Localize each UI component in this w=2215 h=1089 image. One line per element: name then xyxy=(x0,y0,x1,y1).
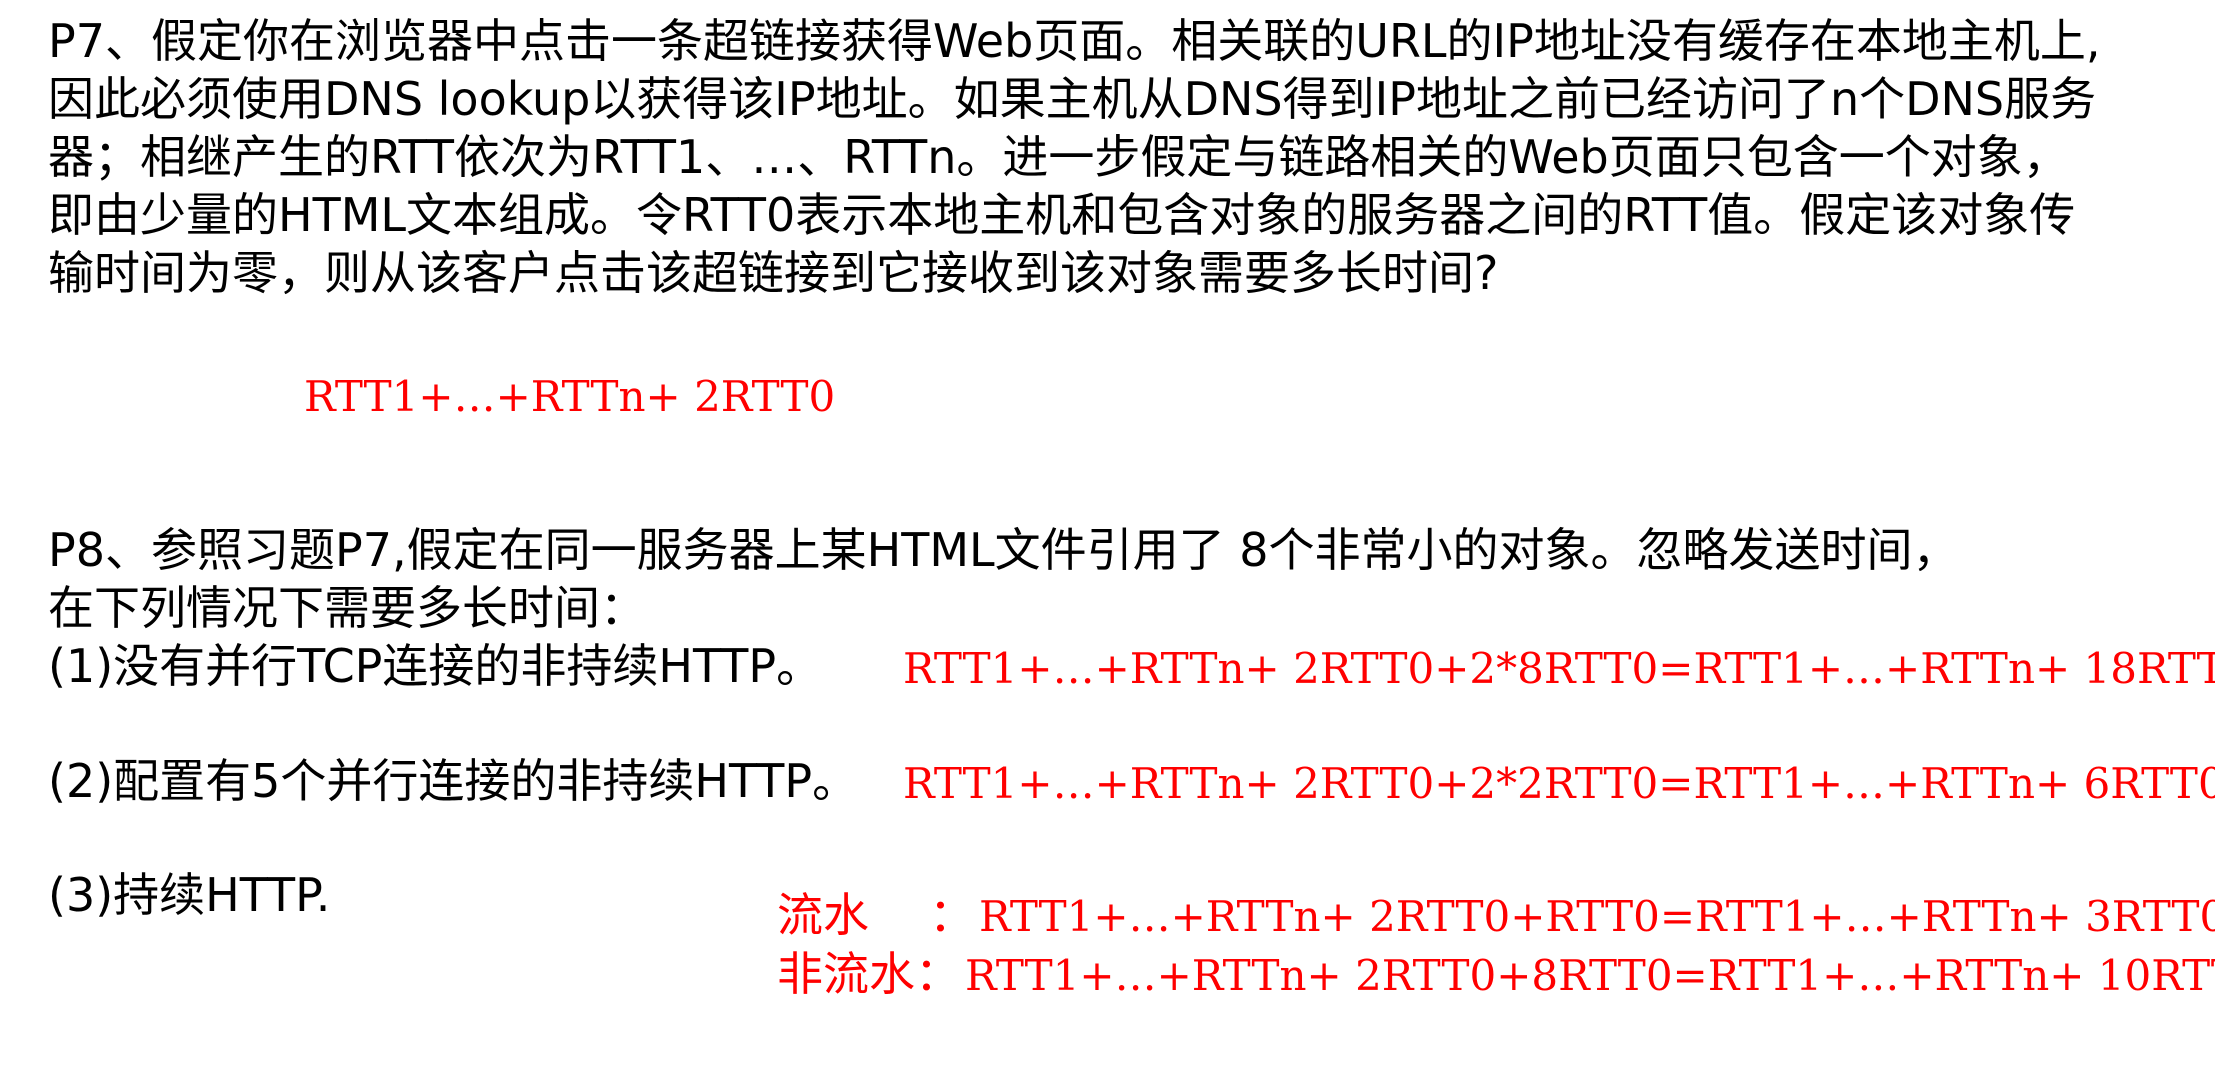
p7-line-5: 输时间为零，则从该客户点击该超链接到它接收到该对象需要多长时间? xyxy=(48,246,1499,300)
pipelined-colon: ： xyxy=(929,888,975,942)
nonpipelined-answer: RTT1+…+RTTn+ 2RTT0+8RTT0=RTT1+…+RTTn+ 10… xyxy=(965,951,2215,1000)
p8-item-1-answer: RTT1+…+RTTn+ 2RTT0+2*8RTT0=RTT1+…+RTTn+ … xyxy=(903,644,2215,693)
nonpipelined-label: 非流水： xyxy=(777,947,961,1001)
p8-item-3-label: (3)持续HTTP. xyxy=(48,868,331,922)
p7-answer: RTT1+…+RTTn+ 2RTT0 xyxy=(304,372,836,421)
p7-line-3: 器；相继产生的RTT依次为RTT1、…、RTTn。进一步假定与链路相关的Web页… xyxy=(48,130,2069,184)
p8-line-2: 在下列情况下需要多长时间： xyxy=(48,581,646,635)
pipelined-answer: RTT1+…+RTTn+ 2RTT0+RTT0=RTT1+…+RTTn+ 3RT… xyxy=(979,892,2215,941)
p8-item-3-nonpipelined: 非流水：RTT1+…+RTTn+ 2RTT0+8RTT0=RTT1+…+RTTn… xyxy=(777,947,2215,1003)
p7-line-2: 因此必须使用DNS lookup以获得该IP地址。如果主机从DNS得到IP地址之… xyxy=(48,72,2097,126)
pipelined-label: 流水 xyxy=(777,888,869,942)
p8-item-2-answer: RTT1+…+RTTn+ 2RTT0+2*2RTT0=RTT1+…+RTTn+ … xyxy=(903,759,2215,808)
p8-item-3-pipelined: 流水 ：RTT1+…+RTTn+ 2RTT0+RTT0=RTT1+…+RTTn+ … xyxy=(777,888,2215,944)
p8-item-1-label: (1)没有并行TCP连接的非持续HTTP。 xyxy=(48,639,823,693)
p8-item-2-label: (2)配置有5个并行连接的非持续HTTP。 xyxy=(48,754,859,808)
p8-line-1: P8、参照习题P7,假定在同一服务器上某HTML文件引用了 8个非常小的对象。忽… xyxy=(48,523,1959,577)
p7-line-4: 即由少量的HTML文本组成。令RTT0表示本地主机和包含对象的服务器之间的RTT… xyxy=(48,188,2076,242)
p7-line-1: P7、假定你在浏览器中点击一条超链接获得Web页面。相关联的URL的IP地址没有… xyxy=(48,14,2101,68)
